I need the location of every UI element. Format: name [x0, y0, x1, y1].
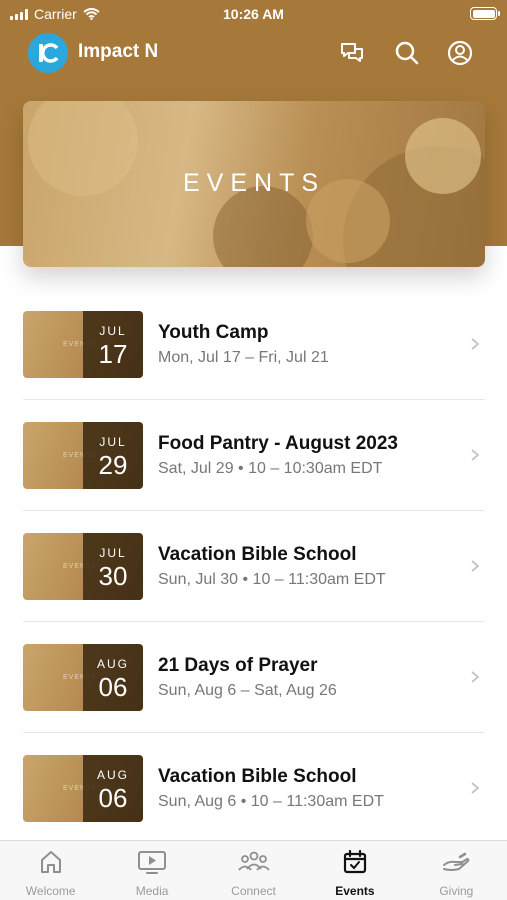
event-date-badge: JUL 30 — [83, 533, 143, 600]
event-title: 21 Days of Prayer — [158, 655, 318, 676]
event-dates: Sun, Jul 30 • 10 – 11:30am EDT — [158, 571, 386, 588]
event-row[interactable]: EVENTS JUL 17 Youth Camp Mon, Jul 17 – F… — [23, 289, 485, 400]
calendar-icon — [343, 849, 367, 874]
event-day: 06 — [98, 783, 128, 813]
event-row[interactable]: EVENTS JUL 30 Vacation Bible School Sun,… — [23, 511, 485, 622]
event-dates: Sun, Aug 6 – Sat, Aug 26 — [158, 682, 337, 699]
tab-label: Giving — [439, 884, 474, 898]
tab-connect[interactable]: Connect — [203, 841, 304, 900]
chevron-right-icon — [471, 782, 480, 794]
event-row[interactable]: EVENTS AUG 06 21 Days of Prayer Sun, Aug… — [23, 622, 485, 733]
events-list: EVENTS JUL 17 Youth Camp Mon, Jul 17 – F… — [23, 289, 485, 844]
event-day: 06 — [98, 672, 128, 702]
chevron-right-icon — [471, 449, 480, 461]
tab-label: Connect — [231, 884, 276, 898]
event-dates: Sat, Jul 29 • 10 – 10:30am EDT — [158, 460, 383, 477]
event-day: 17 — [98, 339, 128, 369]
tab-events[interactable]: Events — [304, 841, 405, 900]
event-date-badge: AUG 06 — [83, 644, 143, 711]
event-month: AUG — [96, 768, 129, 782]
app-header: Impact N — [0, 28, 507, 78]
media-icon — [138, 851, 167, 874]
tab-label: Events — [335, 884, 375, 898]
event-thumbnail: EVENTS AUG 06 — [23, 755, 143, 822]
event-date-badge: AUG 06 — [83, 755, 143, 822]
events-banner: EVENTS — [23, 101, 485, 267]
event-title: Food Pantry - August 2023 — [158, 433, 398, 454]
event-thumbnail: EVENTS JUL 17 — [23, 311, 143, 378]
event-date-badge: JUL 17 — [83, 311, 143, 378]
home-icon — [40, 851, 61, 873]
profile-icon[interactable] — [446, 39, 474, 67]
tab-label: Media — [135, 884, 169, 898]
event-month: AUG — [96, 657, 129, 671]
giving-hand-icon — [443, 852, 470, 871]
app-name: Impact N — [78, 41, 159, 62]
tab-media[interactable]: Media — [101, 841, 202, 900]
event-month: JUL — [99, 324, 127, 338]
event-thumbnail: EVENTS JUL 29 — [23, 422, 143, 489]
event-thumbnail: EVENTS JUL 30 — [23, 533, 143, 600]
event-thumbnail: EVENTS AUG 06 — [23, 644, 143, 711]
tab-welcome[interactable]: Welcome — [0, 841, 101, 900]
chevron-right-icon — [471, 560, 480, 572]
people-icon — [237, 851, 270, 871]
event-title: Vacation Bible School — [158, 766, 357, 787]
status-time: 10:26 AM — [223, 6, 284, 22]
event-month: JUL — [99, 435, 127, 449]
event-day: 30 — [98, 561, 128, 591]
app-logo-icon[interactable] — [28, 33, 68, 73]
event-dates: Sun, Aug 6 • 10 – 11:30am EDT — [158, 793, 384, 810]
tab-label: Welcome — [25, 884, 76, 898]
battery-icon — [470, 7, 500, 20]
event-title: Youth Camp — [158, 322, 269, 343]
event-date-badge: JUL 29 — [83, 422, 143, 489]
event-dates: Mon, Jul 17 – Fri, Jul 21 — [158, 349, 329, 366]
search-icon[interactable] — [393, 39, 421, 67]
status-bar: Carrier 10:26 AM — [0, 0, 507, 28]
chevron-right-icon — [471, 671, 480, 683]
event-row[interactable]: EVENTS AUG 06 Vacation Bible School Sun,… — [23, 733, 485, 844]
event-row[interactable]: EVENTS JUL 29 Food Pantry - August 2023 … — [23, 400, 485, 511]
event-month: JUL — [99, 546, 127, 560]
chevron-right-icon — [471, 338, 480, 350]
bottom-tab-bar: Welcome Media Connect Events Giving — [0, 840, 507, 900]
tab-giving[interactable]: Giving — [406, 841, 507, 900]
banner-title: EVENTS — [182, 169, 326, 197]
event-title: Vacation Bible School — [158, 544, 357, 565]
chat-icon[interactable] — [338, 39, 366, 67]
event-day: 29 — [98, 450, 128, 480]
